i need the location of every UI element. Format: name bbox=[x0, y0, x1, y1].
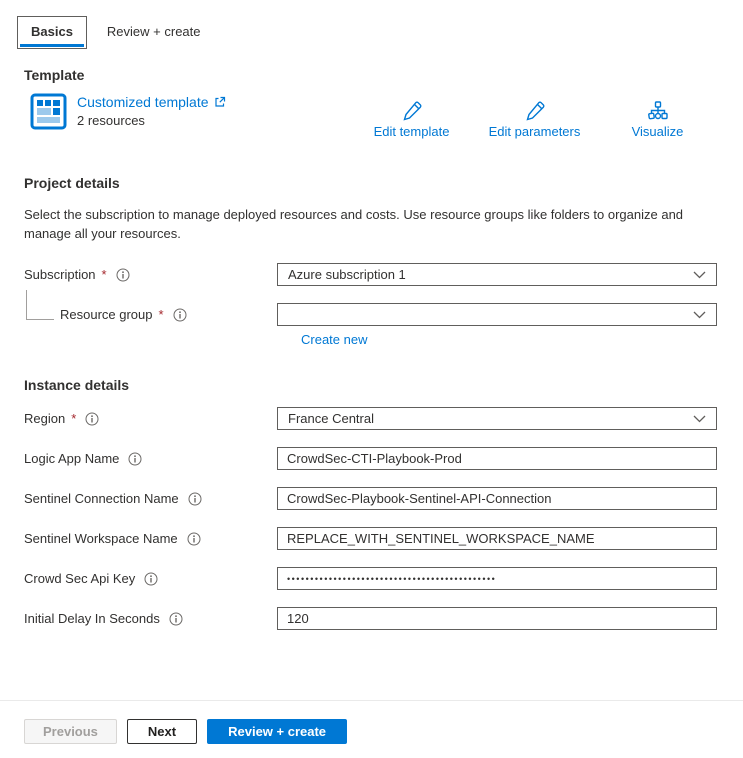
logic-app-name-input[interactable] bbox=[277, 447, 717, 470]
visualize-label: Visualize bbox=[632, 124, 684, 139]
instance-details-heading: Instance details bbox=[24, 377, 719, 393]
edit-template-label: Edit template bbox=[374, 124, 450, 139]
info-icon[interactable] bbox=[144, 572, 158, 586]
template-info: Customized template 2 resources bbox=[30, 93, 226, 130]
sentinel-connection-name-input[interactable] bbox=[277, 487, 717, 510]
logic-app-name-label-cell: Logic App Name bbox=[24, 451, 277, 466]
template-resource-count: 2 resources bbox=[77, 113, 226, 128]
sentinel-workspace-name-input[interactable] bbox=[277, 527, 717, 550]
sentinel-workspace-name-label: Sentinel Workspace Name bbox=[24, 531, 178, 546]
resource-group-label: Resource group bbox=[60, 307, 153, 322]
visualize-icon bbox=[647, 101, 669, 121]
chevron-down-icon bbox=[693, 415, 706, 423]
required-asterisk: * bbox=[159, 307, 164, 322]
subscription-row: Subscription * Azure subscription 1 bbox=[24, 263, 719, 286]
initial-delay-label-cell: Initial Delay In Seconds bbox=[24, 611, 277, 626]
region-value: France Central bbox=[288, 411, 374, 426]
region-field-cell: France Central bbox=[277, 407, 717, 430]
subscription-label: Subscription bbox=[24, 267, 96, 282]
template-actions: Edit template Edit parameters Visualize bbox=[350, 93, 719, 139]
subscription-field-cell: Azure subscription 1 bbox=[277, 263, 717, 286]
sentinel-connection-name-row: Sentinel Connection Name bbox=[24, 487, 719, 510]
crowdsec-api-key-row: Crowd Sec Api Key bbox=[24, 567, 719, 590]
subscription-value: Azure subscription 1 bbox=[288, 267, 406, 282]
tab-review-create[interactable]: Review + create bbox=[93, 16, 215, 47]
chevron-down-icon bbox=[693, 311, 706, 319]
template-heading: Template bbox=[24, 67, 719, 83]
crowdsec-api-key-label-cell: Crowd Sec Api Key bbox=[24, 571, 277, 586]
initial-delay-label: Initial Delay In Seconds bbox=[24, 611, 160, 626]
pencil-icon bbox=[525, 101, 545, 121]
resource-group-dropdown[interactable] bbox=[277, 303, 717, 326]
region-label: Region bbox=[24, 411, 65, 426]
sentinel-connection-name-field-cell bbox=[277, 487, 717, 510]
footer: Previous Next Review + create bbox=[0, 700, 743, 744]
edit-template-button[interactable]: Edit template bbox=[350, 101, 473, 139]
edit-parameters-button[interactable]: Edit parameters bbox=[473, 101, 596, 139]
resource-group-field-cell bbox=[277, 303, 717, 326]
subscription-dropdown[interactable]: Azure subscription 1 bbox=[277, 263, 717, 286]
crowdsec-api-key-input[interactable] bbox=[277, 567, 717, 590]
chevron-down-icon bbox=[693, 271, 706, 279]
info-icon[interactable] bbox=[116, 268, 130, 282]
info-icon[interactable] bbox=[169, 612, 183, 626]
project-details-description: Select the subscription to manage deploy… bbox=[24, 205, 714, 243]
create-new-row: Create new bbox=[301, 332, 719, 347]
external-link-icon bbox=[214, 96, 226, 108]
crowdsec-api-key-field-cell bbox=[277, 567, 717, 590]
template-meta: Customized template 2 resources bbox=[77, 93, 226, 128]
tab-review-create-label: Review + create bbox=[107, 24, 201, 39]
parent-child-connector bbox=[26, 290, 54, 320]
tab-basics-label: Basics bbox=[31, 24, 73, 39]
review-create-button[interactable]: Review + create bbox=[207, 719, 347, 744]
crowdsec-api-key-label: Crowd Sec Api Key bbox=[24, 571, 135, 586]
customized-template-label: Customized template bbox=[77, 94, 209, 110]
sentinel-connection-name-label-cell: Sentinel Connection Name bbox=[24, 491, 277, 506]
info-icon[interactable] bbox=[173, 308, 187, 322]
info-icon[interactable] bbox=[85, 412, 99, 426]
region-row: Region * France Central bbox=[24, 407, 719, 430]
create-new-link[interactable]: Create new bbox=[301, 332, 367, 347]
sentinel-connection-name-label: Sentinel Connection Name bbox=[24, 491, 179, 506]
subscription-label-cell: Subscription * bbox=[24, 267, 277, 282]
project-form: Subscription * Azure subscription 1 Reso bbox=[0, 263, 743, 347]
footer-buttons: Previous Next Review + create bbox=[0, 701, 743, 744]
region-label-cell: Region * bbox=[24, 411, 277, 426]
initial-delay-row: Initial Delay In Seconds bbox=[24, 607, 719, 630]
logic-app-name-row: Logic App Name bbox=[24, 447, 719, 470]
info-icon[interactable] bbox=[128, 452, 142, 466]
resource-group-label-cell: Resource group * bbox=[24, 307, 277, 322]
region-dropdown[interactable]: France Central bbox=[277, 407, 717, 430]
sentinel-workspace-name-field-cell bbox=[277, 527, 717, 550]
edit-parameters-label: Edit parameters bbox=[489, 124, 581, 139]
logic-app-name-field-cell bbox=[277, 447, 717, 470]
tab-basics[interactable]: Basics bbox=[17, 16, 87, 49]
tab-bar: Basics Review + create bbox=[0, 0, 743, 49]
required-asterisk: * bbox=[102, 267, 107, 282]
previous-button[interactable]: Previous bbox=[24, 719, 117, 744]
sentinel-workspace-name-label-cell: Sentinel Workspace Name bbox=[24, 531, 277, 546]
initial-delay-field-cell bbox=[277, 607, 717, 630]
required-asterisk: * bbox=[71, 411, 76, 426]
initial-delay-input[interactable] bbox=[277, 607, 717, 630]
next-button[interactable]: Next bbox=[127, 719, 197, 744]
info-icon[interactable] bbox=[187, 532, 201, 546]
logic-app-name-label: Logic App Name bbox=[24, 451, 119, 466]
active-tab-indicator bbox=[20, 44, 84, 47]
customized-template-link[interactable]: Customized template bbox=[77, 94, 226, 110]
instance-form: Region * France Central Logic App Name bbox=[0, 407, 743, 630]
info-icon[interactable] bbox=[188, 492, 202, 506]
template-row: Customized template 2 resources Edit tem… bbox=[30, 93, 719, 139]
visualize-button[interactable]: Visualize bbox=[596, 101, 719, 139]
resource-group-row: Resource group * bbox=[24, 303, 719, 326]
pencil-icon bbox=[402, 101, 422, 121]
sentinel-workspace-name-row: Sentinel Workspace Name bbox=[24, 527, 719, 550]
template-icon bbox=[30, 93, 67, 130]
project-details-heading: Project details bbox=[24, 175, 719, 191]
